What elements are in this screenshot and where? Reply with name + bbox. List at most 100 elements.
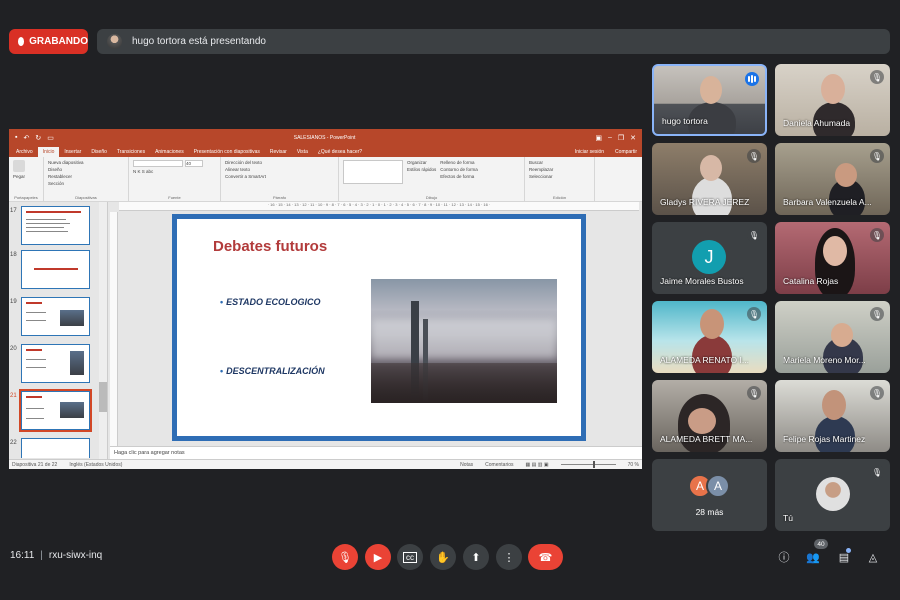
current-slide: Debates futuros ESTADO ECOLOGICO DESCENT… (172, 214, 586, 441)
mic-muted-icon: 🎙 (747, 228, 761, 242)
mic-muted-icon: 🎙 (870, 70, 884, 84)
quick-styles-label: Estilos rápidos (407, 167, 437, 172)
horizontal-ruler: · 16 · 15 · 14 · 13 · 12 · 11 · 10 · 9 ·… (119, 202, 639, 211)
raise-hand-button[interactable]: ✋ (430, 544, 456, 570)
participant-name: Gladys RIVERA JEREZ (660, 197, 750, 207)
people-icon: 👥 (806, 551, 820, 564)
chat-notification-dot (846, 548, 851, 553)
mic-muted-icon: 🎙 (870, 228, 884, 242)
share-button: Compartir (615, 149, 637, 155)
tab-revisar: Revisar (269, 149, 287, 155)
mic-muted-icon: 🎙 (747, 307, 761, 321)
recording-label: GRABANDO (29, 36, 88, 47)
thumbnail-number: 22 (10, 440, 17, 446)
presenting-banner: hugo tortora está presentando (97, 29, 890, 54)
present-button[interactable]: ⬆ (463, 544, 489, 570)
thumbnail-number: 20 (10, 346, 17, 352)
ppt-ribbon: Pegar Portapapeles Nueva diapositiva Dis… (9, 157, 642, 202)
zoom-level: 70 % (627, 461, 639, 468)
captions-button[interactable]: cc (397, 544, 423, 570)
thumbnail-row: 17 (9, 206, 108, 248)
tab-vista: Vista (296, 149, 308, 155)
drawing-group-label: Dibujo (425, 195, 438, 200)
participant-tile[interactable]: hugo tortora (652, 64, 767, 136)
meeting-time: 16:11 (10, 550, 35, 561)
align-text-label: Alinear texto (225, 167, 251, 172)
mic-muted-icon: 🎙 (870, 307, 884, 321)
shape-outline-label: Contorno de forma (440, 167, 478, 172)
replace-label: Reemplazar (529, 167, 554, 172)
participant-tile[interactable]: 🎙 ALAMEDA BRETT MA... (652, 380, 767, 452)
more-participants-label: 28 más (695, 507, 724, 517)
participant-tile[interactable]: 🎙 Barbara Valenzuela A... (775, 143, 890, 215)
shape-fill-label: Relleno de forma (440, 160, 475, 165)
camera-toggle-button[interactable]: ▶ (365, 544, 391, 570)
separator: | (40, 550, 43, 561)
slide-bullet-1: ESTADO ECOLOGICO (220, 297, 320, 307)
meeting-details-button[interactable]: ⓘ (776, 549, 792, 565)
font-group: 40 N K S abc Fuente (129, 157, 221, 201)
avatar: A (706, 474, 730, 498)
thumbnail-row: 19 (9, 297, 108, 339)
thumbnail-scrollbar (99, 202, 107, 459)
font-format-icons: N K S abc (133, 169, 154, 174)
mic-toggle-button[interactable]: 🎙 (332, 544, 358, 570)
info-icon: ⓘ (778, 552, 790, 564)
mic-off-icon: 🎙 (338, 551, 352, 564)
activities-button[interactable]: ◬ (865, 549, 881, 565)
thumbnail-row: 22 (9, 438, 108, 458)
drawing-group: Organizar Estilos rápidos Relleno de for… (339, 157, 525, 201)
participant-tile[interactable]: 🎙 Catalina Rojas (775, 222, 890, 294)
clipboard-label: Portapapeles (14, 195, 38, 200)
thumbnail-number: 21 (10, 393, 17, 399)
participant-tile[interactable]: 🎙 Daniela Ahumada (775, 64, 890, 136)
editing-group: Buscar Reemplazar Seleccionar Edición (525, 157, 595, 201)
tab-transiciones: Transiciones (116, 149, 146, 155)
participant-name: ALAMEDA RENATO I... (660, 355, 749, 365)
participant-name: Mariela Moreno Mor... (783, 355, 866, 365)
participant-tile[interactable]: 🎙 ALAMEDA RENATO I... (652, 301, 767, 373)
comments-toggle: Comentarios (485, 461, 514, 468)
participant-name: Jaime Morales Bustos (660, 276, 744, 286)
signin-link: Iniciar sesión (574, 149, 605, 155)
tell-me-box: ¿Qué desea hacer? (317, 149, 363, 155)
thumbnail-number: 17 (10, 208, 17, 214)
slides-group: Nueva diapositiva Diseño Restablecer Sec… (44, 157, 129, 201)
hand-icon: ✋ (436, 551, 450, 564)
tab-presentacion: Presentación con diapositivas (193, 149, 260, 155)
participant-name: Felipe Rojas Martinez (783, 434, 866, 444)
section-label: Sección (48, 181, 65, 186)
participant-tile[interactable]: 🎙 Felipe Rojas Martinez (775, 380, 890, 452)
slide-bullet-2: DESCENTRALIZACIÓN (220, 366, 325, 376)
end-call-button[interactable]: ☎ (528, 544, 563, 570)
slide-thumbnail (21, 344, 90, 383)
tab-insertar: Insertar (64, 149, 82, 155)
self-tile[interactable]: 🎙 Tú (775, 459, 890, 531)
ppt-workarea: 17 18 19 20 21 22 · 16 · 15 · 14 · 13 · … (9, 202, 642, 469)
more-participants-tile[interactable]: A A 28 más (652, 459, 767, 531)
people-count-badge: 40 (814, 539, 828, 549)
mic-muted-icon: 🎙 (870, 465, 884, 479)
ribbon-options-icon: ▣ (595, 134, 602, 142)
slide-thumbnail (21, 206, 90, 245)
paragraph-group: Dirección del texto Alinear texto Conver… (221, 157, 339, 201)
activities-icon: ◬ (868, 551, 878, 564)
slide-title: Debates futuros (213, 238, 328, 255)
slideshow-icon: ▭ (47, 134, 54, 142)
participant-name: hugo tortora (662, 116, 708, 126)
reset-label: Restablecer (48, 174, 73, 179)
more-options-button[interactable]: ⋮ (496, 544, 522, 570)
participant-tile[interactable]: J 🎙 Jaime Morales Bustos (652, 222, 767, 294)
slide-photo (371, 279, 557, 403)
recording-indicator[interactable]: GRABANDO (9, 29, 88, 54)
thumbnail-row: 18 (9, 250, 108, 292)
clipboard-group: Pegar Portapapeles (9, 157, 44, 201)
arrange-label: Organizar (407, 160, 427, 165)
people-button[interactable]: 👥 (805, 549, 821, 565)
slide-count: Diapositiva 21 de 22 (12, 461, 58, 468)
window-controls: ▣ – ❐ ✕ (595, 134, 636, 142)
camera-off-icon: ▶ (373, 551, 383, 564)
participant-tile[interactable]: 🎙 Mariela Moreno Mor... (775, 301, 890, 373)
participant-tile[interactable]: 🎙 Gladys RIVERA JEREZ (652, 143, 767, 215)
thumbnail-row: 20 (9, 344, 108, 386)
